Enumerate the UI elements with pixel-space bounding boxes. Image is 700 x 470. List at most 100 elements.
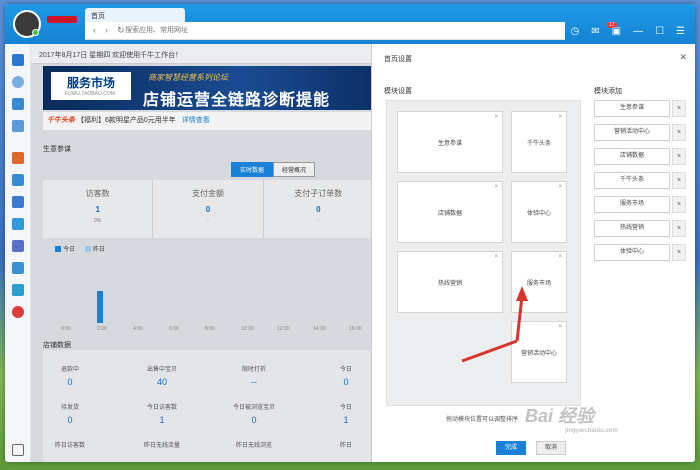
visitor-chart xyxy=(61,259,371,329)
shop-cell[interactable]: 今日访客数 1 xyxy=(117,402,207,425)
shop-cell[interactable]: 昨日 xyxy=(301,440,371,449)
available-module-item[interactable]: 千牛头条 xyxy=(594,172,670,189)
available-module-item[interactable]: 服务市场 xyxy=(594,196,670,213)
bag-icon[interactable] xyxy=(12,98,24,110)
legend-yesterday: 昨日 xyxy=(85,244,105,253)
chart-icon[interactable] xyxy=(12,284,24,296)
banner-tagline: 商家智慧经营系列论坛 xyxy=(148,73,228,82)
available-module-item[interactable]: 体验中心 xyxy=(594,244,670,261)
business-metrics: 访客数 1 0% 支付金额 0 - 支付子订单数 0 - xyxy=(43,180,371,238)
x-tick-label: 10:00 xyxy=(241,326,254,332)
business-section-title: 生意参谋 xyxy=(43,146,71,153)
metric-value: 0 xyxy=(316,205,321,214)
report-icon[interactable] xyxy=(12,262,24,274)
news-link[interactable]: 详情查看 xyxy=(182,117,210,124)
metric-value: 1 xyxy=(95,205,100,214)
user-icon[interactable] xyxy=(12,240,24,252)
address-bar: ‹ › ↻ 搜索应用、常用网址 xyxy=(85,22,565,40)
menu-icon[interactable]: ☰ xyxy=(676,26,685,37)
swirl-icon[interactable] xyxy=(12,76,24,88)
cancel-button[interactable]: 取消 xyxy=(536,441,566,455)
metric-label: 访客数 xyxy=(85,189,110,198)
promo-banner[interactable]: 服务市场 FUWU.TAOBAO.COM 商家智慧经营系列论坛 店铺运营全链路诊… xyxy=(43,66,371,110)
product-icon[interactable] xyxy=(12,196,24,208)
x-tick-label: 6:00 xyxy=(169,326,179,332)
done-button[interactable]: 完成 xyxy=(496,441,526,455)
x-tick-label: 14:00 xyxy=(313,326,326,332)
metric-value: 0 xyxy=(205,205,211,214)
news-bar: 千牛头条 【福利】6款明星产品0元用半年 详情查看 xyxy=(43,112,371,130)
metric-visitors[interactable]: 访客数 1 0% xyxy=(43,180,154,238)
module-settings-label: 模块设置 xyxy=(384,88,412,95)
forward-icon[interactable]: › xyxy=(105,25,108,35)
x-tick-label: 4:00 xyxy=(133,326,143,332)
app-window: 首页 ‹ › ↻ 搜索应用、常用网址 17 ◷ ✉ ▣ — ☐ ☰ 2017年8… xyxy=(5,4,695,462)
history-icon[interactable]: ◷ xyxy=(570,26,579,37)
remove-available-icon[interactable]: × xyxy=(672,220,686,237)
maximize-icon[interactable]: ☐ xyxy=(655,26,664,37)
list-icon[interactable] xyxy=(12,54,24,66)
metric-sub: - xyxy=(207,218,209,224)
search-input[interactable]: 搜索应用、常用网址 xyxy=(125,25,325,37)
remove-available-icon[interactable]: × xyxy=(672,196,686,213)
drag-arrow xyxy=(461,286,528,363)
shop-cell[interactable]: 退款中 0 xyxy=(31,364,115,387)
available-module-item[interactable]: 生意参谋 xyxy=(594,100,670,117)
order-icon[interactable] xyxy=(12,174,24,186)
minimize-icon[interactable]: — xyxy=(633,26,643,37)
remove-available-icon[interactable]: × xyxy=(672,100,686,117)
metric-label: 支付金额 xyxy=(191,189,224,198)
shop-section-title: 店铺数据 xyxy=(43,342,71,349)
home-content: 2017年8月17日 星期四 欢迎使用千牛工作台！ 服务市场 FUWU.TAOB… xyxy=(31,44,371,462)
shop-data-grid: 退款中 0 出售中宝贝 40 限时打折 -- 今日 0 待发货 0 今日访客数 1 今日被浏… xyxy=(43,350,371,462)
shop-cell[interactable]: 今日被浏览宝贝 0 xyxy=(209,402,299,425)
drag-hint: 拖动模块位置可以调整排序 xyxy=(446,417,519,423)
shop-cell[interactable]: 今日 0 xyxy=(301,364,371,387)
available-module-item[interactable]: 热线营销 xyxy=(594,220,670,237)
remove-available-icon[interactable]: × xyxy=(672,148,686,165)
shop-cell[interactable]: 昨日访客数 xyxy=(31,440,115,449)
tab-overview[interactable]: 经营概况 xyxy=(273,162,316,177)
close-icon[interactable]: ✕ xyxy=(679,52,687,63)
x-tick-label: 0:00 xyxy=(61,326,71,332)
metric-sub: - xyxy=(317,218,320,224)
shop-cell[interactable]: 限时打折 -- xyxy=(209,364,299,387)
shop-cell[interactable]: 昨日无线浏览 xyxy=(209,440,299,449)
tab-label: 首页 xyxy=(91,13,105,20)
shop-cell[interactable]: 出售中宝贝 40 xyxy=(117,364,207,387)
skin-icon[interactable]: ▣ xyxy=(612,26,621,37)
tab-realtime[interactable]: 实时数据 xyxy=(231,162,274,177)
baidu-watermark: Bai 经验 jingyan.baidu.com xyxy=(525,406,618,434)
book-icon[interactable] xyxy=(12,120,24,132)
news-brand: 千牛头条 xyxy=(47,117,75,124)
remove-available-icon[interactable]: × xyxy=(672,244,686,261)
shop-cell[interactable]: 昨日无线流量 xyxy=(117,440,207,449)
tab-home[interactable]: 首页 xyxy=(85,8,185,22)
metric-payment[interactable]: 支付金额 0 - xyxy=(153,180,264,238)
metric-suborders[interactable]: 支付子订单数 0 - xyxy=(264,180,371,238)
grid-icon[interactable] xyxy=(12,444,24,456)
shop-cell[interactable]: 今日 1 xyxy=(301,402,371,425)
metric-sub: 0% xyxy=(94,218,102,224)
x-tick-label: 16:00 xyxy=(349,326,362,332)
store-icon[interactable] xyxy=(12,152,24,164)
logo-sub: FUWU.TAOBAO.COM xyxy=(65,91,115,97)
chart-bar xyxy=(97,291,103,323)
chat-icon[interactable] xyxy=(12,218,24,230)
service-icon[interactable] xyxy=(12,306,24,318)
remove-available-icon[interactable]: × xyxy=(672,172,686,189)
refresh-icon[interactable]: ↻ xyxy=(117,25,125,36)
news-text[interactable]: 【福利】6款明星产品0元用半年 xyxy=(77,117,176,124)
x-tick-label: 12:00 xyxy=(277,326,290,332)
top-bar: 首页 ‹ › ↻ 搜索应用、常用网址 17 ◷ ✉ ▣ — ☐ ☰ xyxy=(5,4,695,44)
back-icon[interactable]: ‹ xyxy=(93,25,96,35)
available-module-item[interactable]: 店铺数据 xyxy=(594,148,670,165)
chart-legend: 今日 昨日 xyxy=(55,244,105,253)
username-redacted xyxy=(47,16,77,23)
message-icon[interactable]: ✉ xyxy=(591,26,599,37)
online-status-icon xyxy=(32,29,39,36)
window-controls: ◷ ✉ ▣ — ☐ ☰ xyxy=(570,26,685,37)
available-module-item[interactable]: 营销活动中心 xyxy=(594,124,670,141)
remove-available-icon[interactable]: × xyxy=(672,124,686,141)
shop-cell[interactable]: 待发货 0 xyxy=(31,402,115,425)
